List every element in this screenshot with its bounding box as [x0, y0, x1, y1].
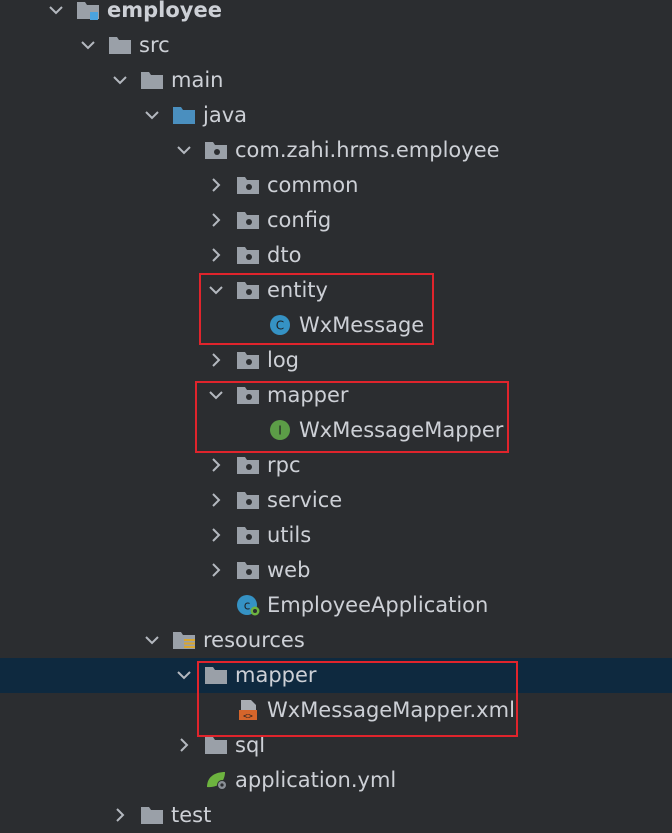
tree-item-label: WxMessage [299, 313, 425, 337]
chevron-right-icon[interactable] [176, 737, 192, 753]
spring-boot-class-icon: c [236, 594, 260, 616]
chevron-down-icon[interactable] [208, 282, 224, 298]
chevron-down-icon[interactable] [48, 2, 64, 18]
folder-icon [204, 664, 228, 686]
svg-text:C: C [276, 319, 284, 333]
chevron-down-icon[interactable] [144, 107, 160, 123]
folder-icon [140, 804, 164, 826]
tree-row[interactable]: <> WxMessageMapper.xml [0, 693, 672, 728]
tree-row[interactable]: com.zahi.hrms.employee [0, 133, 672, 168]
folder-icon [108, 34, 132, 56]
package-icon [236, 279, 260, 301]
chevron-down-icon[interactable] [112, 72, 128, 88]
tree-item-label: WxMessageMapper [299, 418, 504, 442]
tree-row[interactable]: src [0, 28, 672, 63]
chevron-down-icon[interactable] [176, 667, 192, 683]
resources-folder-icon [172, 629, 196, 651]
tree-item-label: log [267, 348, 300, 372]
tree-item-label: com.zahi.hrms.employee [235, 138, 500, 162]
tree-item-label: src [139, 33, 170, 57]
tree-item-label: employee [107, 0, 222, 22]
tree-row[interactable]: config [0, 203, 672, 238]
tree-row[interactable]: resources [0, 623, 672, 658]
tree-row[interactable]: java [0, 98, 672, 133]
chevron-right-icon[interactable] [208, 247, 224, 263]
tree-row[interactable]: I WxMessageMapper [0, 413, 672, 448]
chevron-down-icon[interactable] [208, 387, 224, 403]
tree-row[interactable]: mapper [0, 658, 672, 693]
tree-item-label: java [203, 103, 247, 127]
package-icon [236, 559, 260, 581]
xml-file-icon: <> [236, 699, 260, 721]
tree-row[interactable]: dto [0, 238, 672, 273]
package-icon [236, 489, 260, 511]
package-icon [236, 524, 260, 546]
tree-row[interactable]: c EmployeeApplication [0, 588, 672, 623]
package-icon [236, 209, 260, 231]
tree-item-label: mapper [235, 663, 317, 687]
package-icon [204, 139, 228, 161]
tree-item-label: test [171, 803, 212, 827]
tree-item-label: mapper [267, 383, 349, 407]
chevron-down-icon[interactable] [176, 142, 192, 158]
tree-row[interactable]: employee [0, 0, 672, 28]
chevron-right-icon[interactable] [208, 177, 224, 193]
chevron-right-icon[interactable] [208, 212, 224, 228]
tree-row[interactable]: application.yml [0, 763, 672, 798]
tree-row[interactable]: utils [0, 518, 672, 553]
module-folder-icon [76, 0, 100, 21]
tree-row[interactable]: test [0, 798, 672, 833]
tree-row[interactable]: main [0, 63, 672, 98]
tree-item-label: utils [267, 523, 312, 547]
tree-item-label: application.yml [235, 768, 397, 792]
chevron-down-icon[interactable] [80, 37, 96, 53]
project-tree: employee src main java com.zahi.hrms.employe… [0, 0, 672, 832]
tree-item-label: EmployeeApplication [267, 593, 489, 617]
chevron-down-icon[interactable] [144, 632, 160, 648]
tree-row[interactable]: entity [0, 273, 672, 308]
package-icon [236, 349, 260, 371]
tree-row[interactable]: common [0, 168, 672, 203]
tree-row[interactable]: sql [0, 728, 672, 763]
package-icon [236, 454, 260, 476]
folder-icon [204, 734, 228, 756]
interface-icon: I [268, 419, 292, 441]
tree-row[interactable]: service [0, 483, 672, 518]
tree-row[interactable]: mapper [0, 378, 672, 413]
chevron-right-icon[interactable] [208, 352, 224, 368]
chevron-right-icon[interactable] [208, 457, 224, 473]
package-icon [236, 174, 260, 196]
chevron-right-icon[interactable] [208, 527, 224, 543]
tree-row[interactable]: web [0, 553, 672, 588]
tree-item-label: config [267, 208, 332, 232]
tree-item-label: entity [267, 278, 328, 302]
svg-text:I: I [278, 424, 282, 438]
source-root-folder-icon [172, 104, 196, 126]
tree-item-label: web [267, 558, 311, 582]
class-icon: C [268, 314, 292, 336]
spring-yaml-icon [204, 769, 228, 791]
folder-icon [140, 69, 164, 91]
svg-text:<>: <> [243, 712, 253, 721]
chevron-right-icon[interactable] [208, 492, 224, 508]
tree-item-label: WxMessageMapper.xml [267, 698, 515, 722]
tree-row[interactable]: C WxMessage [0, 308, 672, 343]
tree-item-label: common [267, 173, 359, 197]
tree-row[interactable]: rpc [0, 448, 672, 483]
chevron-right-icon[interactable] [208, 562, 224, 578]
tree-item-label: dto [267, 243, 302, 267]
tree-item-label: service [267, 488, 343, 512]
tree-item-label: main [171, 68, 224, 92]
svg-text:c: c [244, 599, 251, 613]
package-icon [236, 384, 260, 406]
chevron-right-icon[interactable] [112, 807, 128, 823]
tree-item-label: resources [203, 628, 305, 652]
tree-row[interactable]: log [0, 343, 672, 378]
tree-item-label: sql [235, 733, 266, 757]
tree-item-label: rpc [267, 453, 301, 477]
package-icon [236, 244, 260, 266]
